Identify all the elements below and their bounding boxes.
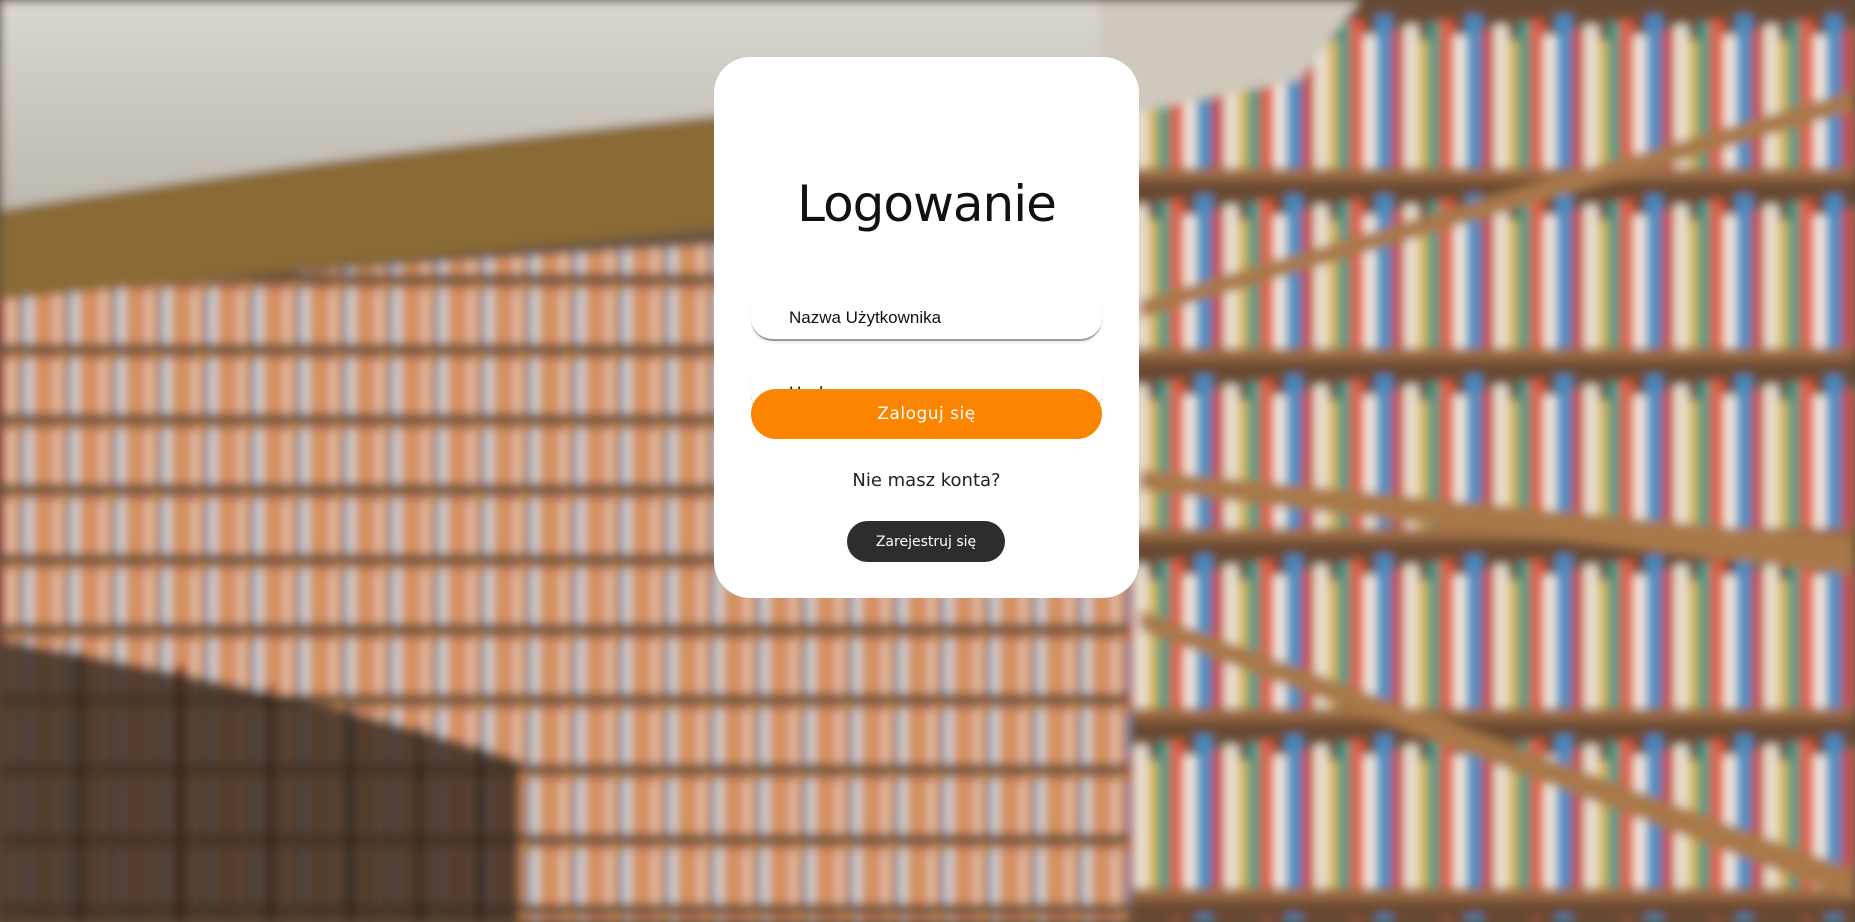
register-button[interactable]: Zarejestruj się [847,521,1005,562]
login-title: Logowanie [797,175,1057,233]
login-card: Logowanie Zaloguj się Nie masz konta? Za… [714,57,1139,598]
no-account-text: Nie masz konta? [852,470,1001,491]
login-button[interactable]: Zaloguj się [751,389,1102,439]
username-input[interactable] [751,297,1102,341]
